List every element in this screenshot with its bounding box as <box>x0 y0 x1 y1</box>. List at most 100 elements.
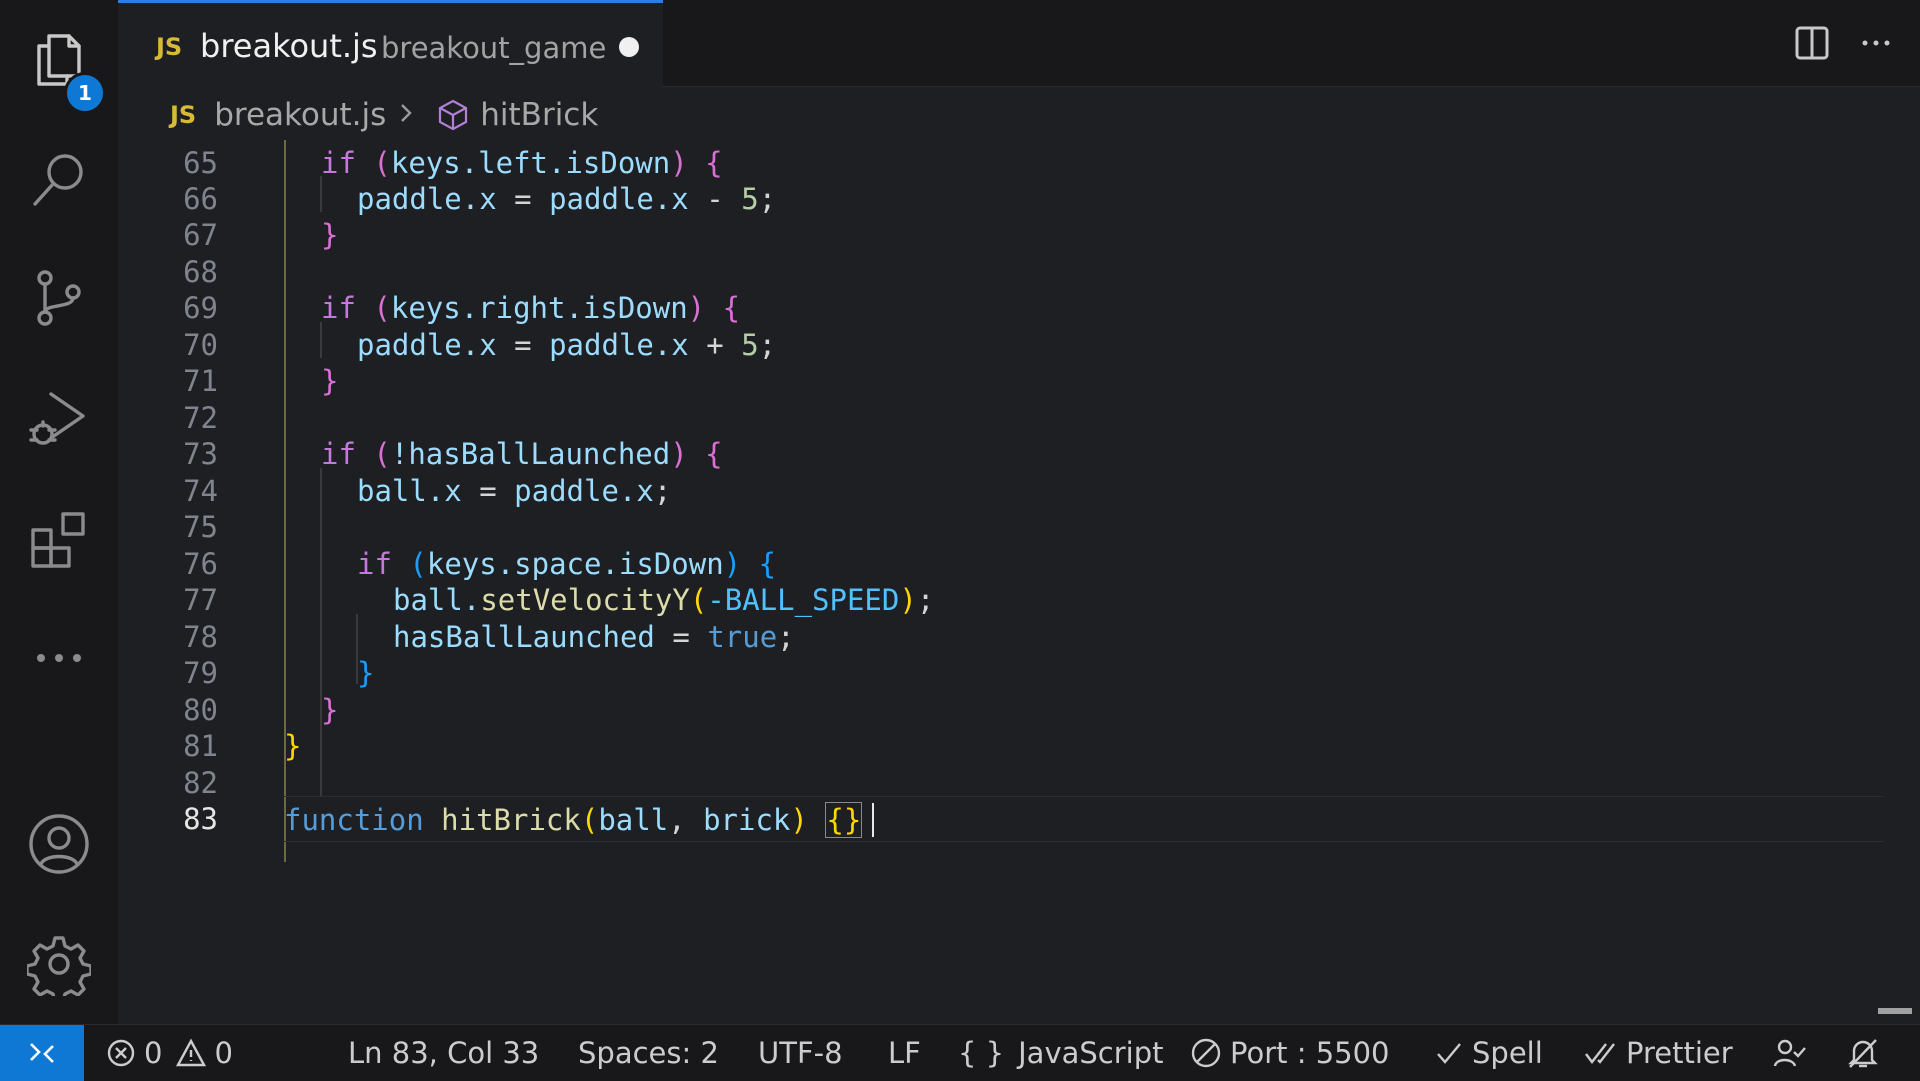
remote-icon <box>30 1043 54 1063</box>
code-line-83: function hitBrick(ball, brick) {} <box>284 802 863 838</box>
code-line-69: if (keys.right.isDown) { <box>321 291 741 325</box>
line-number: 72 <box>183 401 218 435</box>
chevron-right-icon <box>398 97 424 133</box>
extensions-button[interactable] <box>0 488 118 588</box>
code-line-80: } <box>321 693 339 727</box>
line-number: 68 <box>183 255 218 289</box>
code-line-74: ball.x = paddle.x; <box>357 474 672 508</box>
spell-label: Spell <box>1472 1036 1543 1070</box>
activity-bar: 1 <box>0 0 118 1024</box>
line-number: 67 <box>183 218 218 252</box>
scrollbar-marker[interactable] <box>1878 1008 1912 1014</box>
line-number: 81 <box>183 729 218 763</box>
notifications-button[interactable] <box>1846 1025 1888 1081</box>
problems-indicator[interactable]: 0 0 <box>106 1025 233 1081</box>
account-icon <box>29 814 89 874</box>
line-number: 75 <box>183 510 218 544</box>
line-number: 66 <box>183 182 218 216</box>
warning-icon <box>176 1038 207 1067</box>
source-control-button[interactable] <box>0 248 118 348</box>
manage-button[interactable] <box>0 914 118 1014</box>
line-number: 69 <box>183 291 218 325</box>
tab-folder: breakout_game <box>381 31 607 65</box>
line-number: 73 <box>183 437 218 471</box>
run-debug-icon <box>29 392 85 445</box>
feedback-icon <box>1773 1039 1806 1067</box>
indentation[interactable]: Spaces: 2 <box>578 1025 719 1081</box>
editor-actions <box>1780 0 1920 86</box>
line-number: 79 <box>183 656 218 690</box>
indent-guide <box>320 322 322 358</box>
encoding[interactable]: UTF-8 <box>758 1025 843 1081</box>
search-icon <box>33 154 83 206</box>
js-file-icon: JS <box>156 33 183 61</box>
tab-filename: breakout.js <box>200 27 378 65</box>
code-line-78: hasBallLaunched = true; <box>393 620 795 654</box>
run-debug-button[interactable] <box>0 368 118 468</box>
spell-check[interactable]: Spell <box>1434 1025 1543 1081</box>
line-number: 65 <box>183 146 218 180</box>
settings-gear-icon <box>27 936 91 996</box>
explorer-badge: 1 <box>64 72 106 114</box>
live-server-port[interactable]: Port : 5500 <box>1190 1025 1390 1081</box>
unsaved-dot-icon[interactable] <box>619 37 639 57</box>
line-number: 78 <box>183 620 218 654</box>
status-bar: 0 0 Ln 83, Col 33 Spaces: 2 UTF-8 LF { }… <box>0 1024 1920 1081</box>
line-number: 76 <box>183 547 218 581</box>
source-control-icon <box>37 270 81 326</box>
more-icon <box>37 654 81 662</box>
line-number: 70 <box>183 328 218 362</box>
code-line-77: ball.setVelocityY(-BALL_SPEED); <box>393 583 935 617</box>
code-line-65: if (keys.left.isDown) { <box>321 146 723 180</box>
line-number-current: 83 <box>183 802 218 836</box>
code-editor[interactable]: 65 66 67 68 69 70 71 72 73 74 75 76 77 7… <box>118 140 1920 1020</box>
split-editor-button[interactable] <box>1780 11 1844 75</box>
check-icon <box>1437 1043 1461 1064</box>
warning-count: 0 <box>214 1036 233 1070</box>
breadcrumb: JS breakout.js hitBrick <box>170 92 598 138</box>
code-line-70: paddle.x = paddle.x + 5; <box>357 328 777 362</box>
error-icon <box>107 1039 135 1067</box>
code-line-66: paddle.x = paddle.x - 5; <box>357 182 777 216</box>
more-views-button[interactable] <box>0 608 118 708</box>
error-count: 0 <box>144 1036 163 1070</box>
line-number: 71 <box>183 364 218 398</box>
breadcrumb-symbol[interactable]: hitBrick <box>480 97 598 133</box>
line-number: 74 <box>183 474 218 508</box>
line-number: 77 <box>183 583 218 617</box>
port-label: Port : 5500 <box>1230 1036 1390 1070</box>
prettier-label: Prettier <box>1626 1036 1733 1070</box>
accounts-button[interactable] <box>0 794 118 894</box>
bell-slash-icon <box>1848 1039 1878 1068</box>
tab-bar: JS breakout.js breakout_game <box>118 0 1920 87</box>
indent-guide <box>320 468 322 796</box>
code-line-76: if (keys.space.isDown) { <box>357 547 777 581</box>
end-of-line[interactable]: LF <box>888 1025 921 1081</box>
language-label: JavaScript <box>1018 1036 1164 1070</box>
js-file-icon: JS <box>170 101 197 129</box>
code-line-81: } <box>284 729 302 763</box>
code-line-79: } <box>357 656 375 690</box>
more-actions-icon <box>1862 40 1890 46</box>
breadcrumb-file[interactable]: breakout.js <box>214 97 386 133</box>
bracket-match: {} <box>825 802 863 838</box>
cursor-position[interactable]: Ln 83, Col 33 <box>348 1025 539 1081</box>
code-line-71: } <box>321 364 339 398</box>
text-caret <box>872 803 874 837</box>
symbol-cube-icon <box>439 99 468 131</box>
more-actions-button[interactable] <box>1844 11 1908 75</box>
search-button[interactable] <box>0 130 118 230</box>
code-line-67: } <box>321 218 339 252</box>
tab-breakout-js[interactable]: JS breakout.js breakout_game <box>118 0 663 87</box>
explorer-button[interactable]: 1 <box>0 10 118 114</box>
braces-icon: { } <box>958 1036 1005 1070</box>
remote-button[interactable] <box>0 1025 84 1081</box>
language-mode[interactable]: { } JavaScript <box>958 1025 1164 1081</box>
prettier[interactable]: Prettier <box>1584 1025 1733 1081</box>
line-number: 82 <box>183 766 218 800</box>
feedback-button[interactable] <box>1772 1025 1814 1081</box>
line-number: 80 <box>183 693 218 727</box>
extensions-icon <box>31 512 85 568</box>
split-editor-icon <box>1795 26 1829 60</box>
double-check-icon <box>1585 1043 1615 1064</box>
